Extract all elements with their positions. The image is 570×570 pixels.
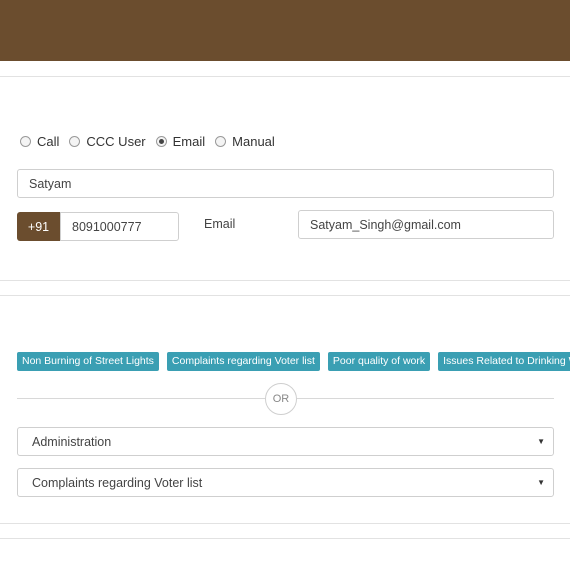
radio-ccc-user-label: CCC User bbox=[86, 133, 146, 149]
caret-down-icon: ▼ bbox=[537, 437, 545, 446]
radio-manual-circle[interactable] bbox=[215, 135, 227, 147]
radio-email-circle[interactable] bbox=[155, 135, 167, 147]
phone-input[interactable] bbox=[60, 212, 179, 241]
radio-option-ccc-user[interactable]: CCC User bbox=[69, 133, 146, 149]
tag-voter-list[interactable]: Complaints regarding Voter list bbox=[166, 352, 320, 371]
or-line-right bbox=[297, 398, 554, 399]
tag-drinking-water[interactable]: Issues Related to Drinking Water bbox=[438, 352, 570, 371]
caret-down-icon: ▼ bbox=[537, 478, 545, 487]
radio-option-manual[interactable]: Manual bbox=[215, 134, 275, 149]
contact-mode-radio-group: Call CCC User Email Manual bbox=[20, 133, 285, 149]
radio-manual-label: Manual bbox=[232, 133, 275, 149]
radio-ccc-user-circle[interactable] bbox=[69, 135, 81, 147]
department-select-value: Administration bbox=[32, 434, 112, 449]
radio-call-label: Call bbox=[37, 133, 60, 149]
or-separator: OR bbox=[17, 383, 554, 415]
section-divider-bottom-1 bbox=[0, 523, 570, 524]
radio-option-call[interactable]: Call bbox=[20, 134, 59, 149]
radio-option-email[interactable]: Email bbox=[155, 133, 206, 149]
name-input[interactable] bbox=[17, 169, 554, 198]
country-code-badge: +91 bbox=[17, 212, 60, 241]
quick-complaint-tags: Non Burning of Street Lights Complaints r… bbox=[17, 352, 570, 371]
top-header-bar bbox=[0, 0, 570, 61]
section-divider-top bbox=[0, 76, 570, 77]
radio-email-label: Email bbox=[172, 133, 206, 149]
department-select[interactable]: Administration ▼ bbox=[17, 427, 554, 456]
email-input[interactable] bbox=[298, 210, 554, 239]
section-divider-middle-1 bbox=[0, 280, 570, 281]
tag-street-lights[interactable]: Non Burning of Street Lights bbox=[17, 352, 159, 371]
section-divider-middle-2 bbox=[0, 295, 570, 296]
section-divider-bottom-2 bbox=[0, 538, 570, 539]
category-select-value: Complaints regarding Voter list bbox=[32, 475, 203, 490]
email-label: Email bbox=[204, 217, 236, 231]
or-badge: OR bbox=[265, 383, 297, 415]
tag-poor-quality-work[interactable]: Poor quality of work bbox=[327, 352, 431, 371]
radio-call-circle[interactable] bbox=[20, 135, 31, 147]
or-line-left bbox=[17, 398, 265, 399]
category-select[interactable]: Complaints regarding Voter list ▼ bbox=[17, 468, 554, 497]
